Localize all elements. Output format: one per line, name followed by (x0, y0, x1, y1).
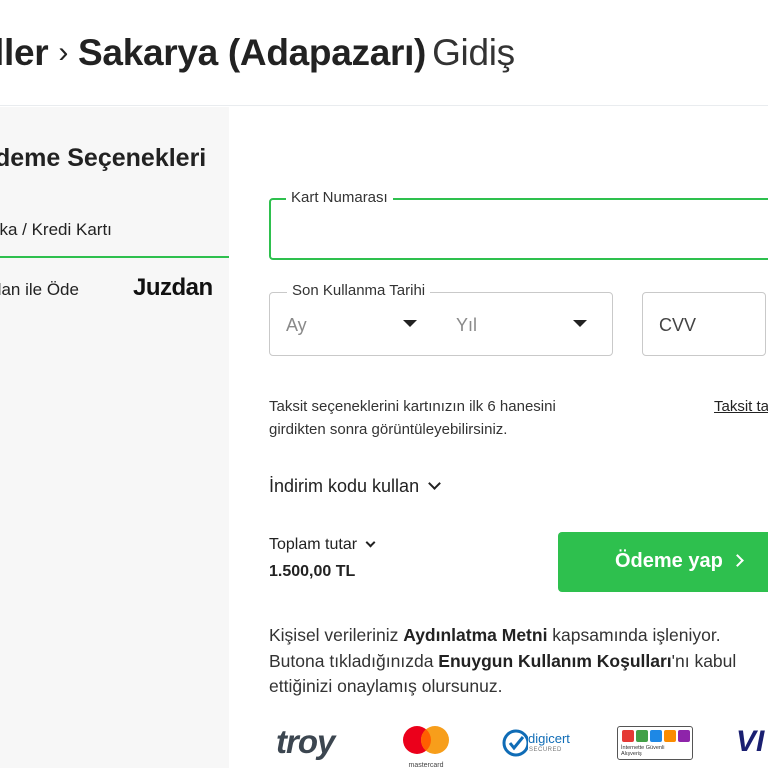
route-origin: ller (0, 32, 49, 73)
pay-button[interactable]: Ödeme yap (558, 532, 768, 592)
tab-card-payment[interactable]: nka / Kredi Kartı (0, 218, 229, 258)
mastercard-icon (403, 726, 449, 754)
digicert-logo: digicert SECURED (502, 727, 580, 759)
payment-logos: troy mastercard digicert SECURED İnterne… (0, 720, 768, 768)
terms-of-use-link[interactable]: Enuygun Kullanım Koşulları (438, 651, 671, 671)
tab-card-payment-label: nka / Kredi Kartı (0, 220, 112, 239)
juzdan-logo: Juzdan (133, 274, 213, 301)
cvv-placeholder: CVV (659, 315, 697, 335)
digicert-sub-text: SECURED (529, 747, 562, 753)
year-caret-icon[interactable] (573, 320, 587, 327)
installment-table-link[interactable]: Taksit ta (714, 398, 768, 415)
card-number-field[interactable]: Kart Numarası (269, 189, 768, 260)
year-select[interactable]: Yıl (456, 315, 477, 336)
chevron-right-icon: › (58, 36, 69, 69)
payment-options-sidebar (0, 107, 229, 768)
visa-logo: VI (736, 725, 764, 759)
pay-button-label: Ödeme yap (615, 550, 723, 572)
chevron-right-icon (731, 554, 744, 567)
mastercard-logo: mastercard (402, 726, 450, 768)
mastercard-text: mastercard (408, 762, 444, 768)
tab-juzdan-label: dan ile Öde (0, 280, 79, 299)
month-select[interactable]: Ay (286, 315, 307, 336)
route-destination: Sakarya (Adapazarı) (78, 32, 427, 73)
troy-logo-text: troy (276, 723, 335, 760)
discount-code-toggle[interactable]: İndirim kodu kullan (269, 476, 441, 497)
trust-seal-logo: İnternette Güvenli Alışveriş (617, 726, 693, 760)
card-number-label: Kart Numarası (286, 189, 393, 206)
trust-seal-stars (622, 730, 690, 744)
chevron-down-icon (365, 537, 376, 548)
expiry-date-field: Son Kullanma Tarihi Ay Yıl (269, 282, 613, 356)
expiry-date-label: Son Kullanma Tarihi (287, 282, 431, 299)
route-direction: Gidiş (432, 32, 515, 73)
legal-text: Kişisel verileriniz Aydınlatma Metni kap… (269, 623, 768, 700)
chevron-down-icon (428, 477, 441, 490)
total-amount-value: 1.500,00 TL (269, 563, 356, 580)
tab-juzdan-payment[interactable]: dan ile Öde Juzdan (0, 274, 217, 308)
privacy-notice-link[interactable]: Aydınlatma Metni (403, 625, 547, 645)
visa-logo-text: VI (736, 725, 765, 758)
digicert-text: digicert (528, 731, 570, 746)
route-title: ller › Sakarya (Adapazarı)Gidiş (0, 32, 515, 74)
legal-text-part: Kişisel verileriniz (269, 625, 404, 645)
month-caret-icon[interactable] (403, 320, 417, 327)
trust-seal-text: İnternette Güvenli Alışveriş (621, 745, 665, 757)
installment-info: Taksit seçeneklerini kartınızın ilk 6 ha… (269, 398, 556, 438)
troy-logo: troy (276, 723, 335, 761)
page-header: ller › Sakarya (Adapazarı)Gidiş (0, 0, 768, 106)
total-amount-label: Toplam tutar (269, 536, 358, 553)
discount-code-label: İndirim kodu kullan (269, 476, 420, 496)
digicert-check-icon (502, 729, 528, 757)
payment-options-title: deme Seçenekleri (0, 144, 207, 172)
total-amount-toggle[interactable]: Toplam tutar (269, 536, 376, 554)
cvv-field[interactable]: CVV (642, 292, 766, 356)
